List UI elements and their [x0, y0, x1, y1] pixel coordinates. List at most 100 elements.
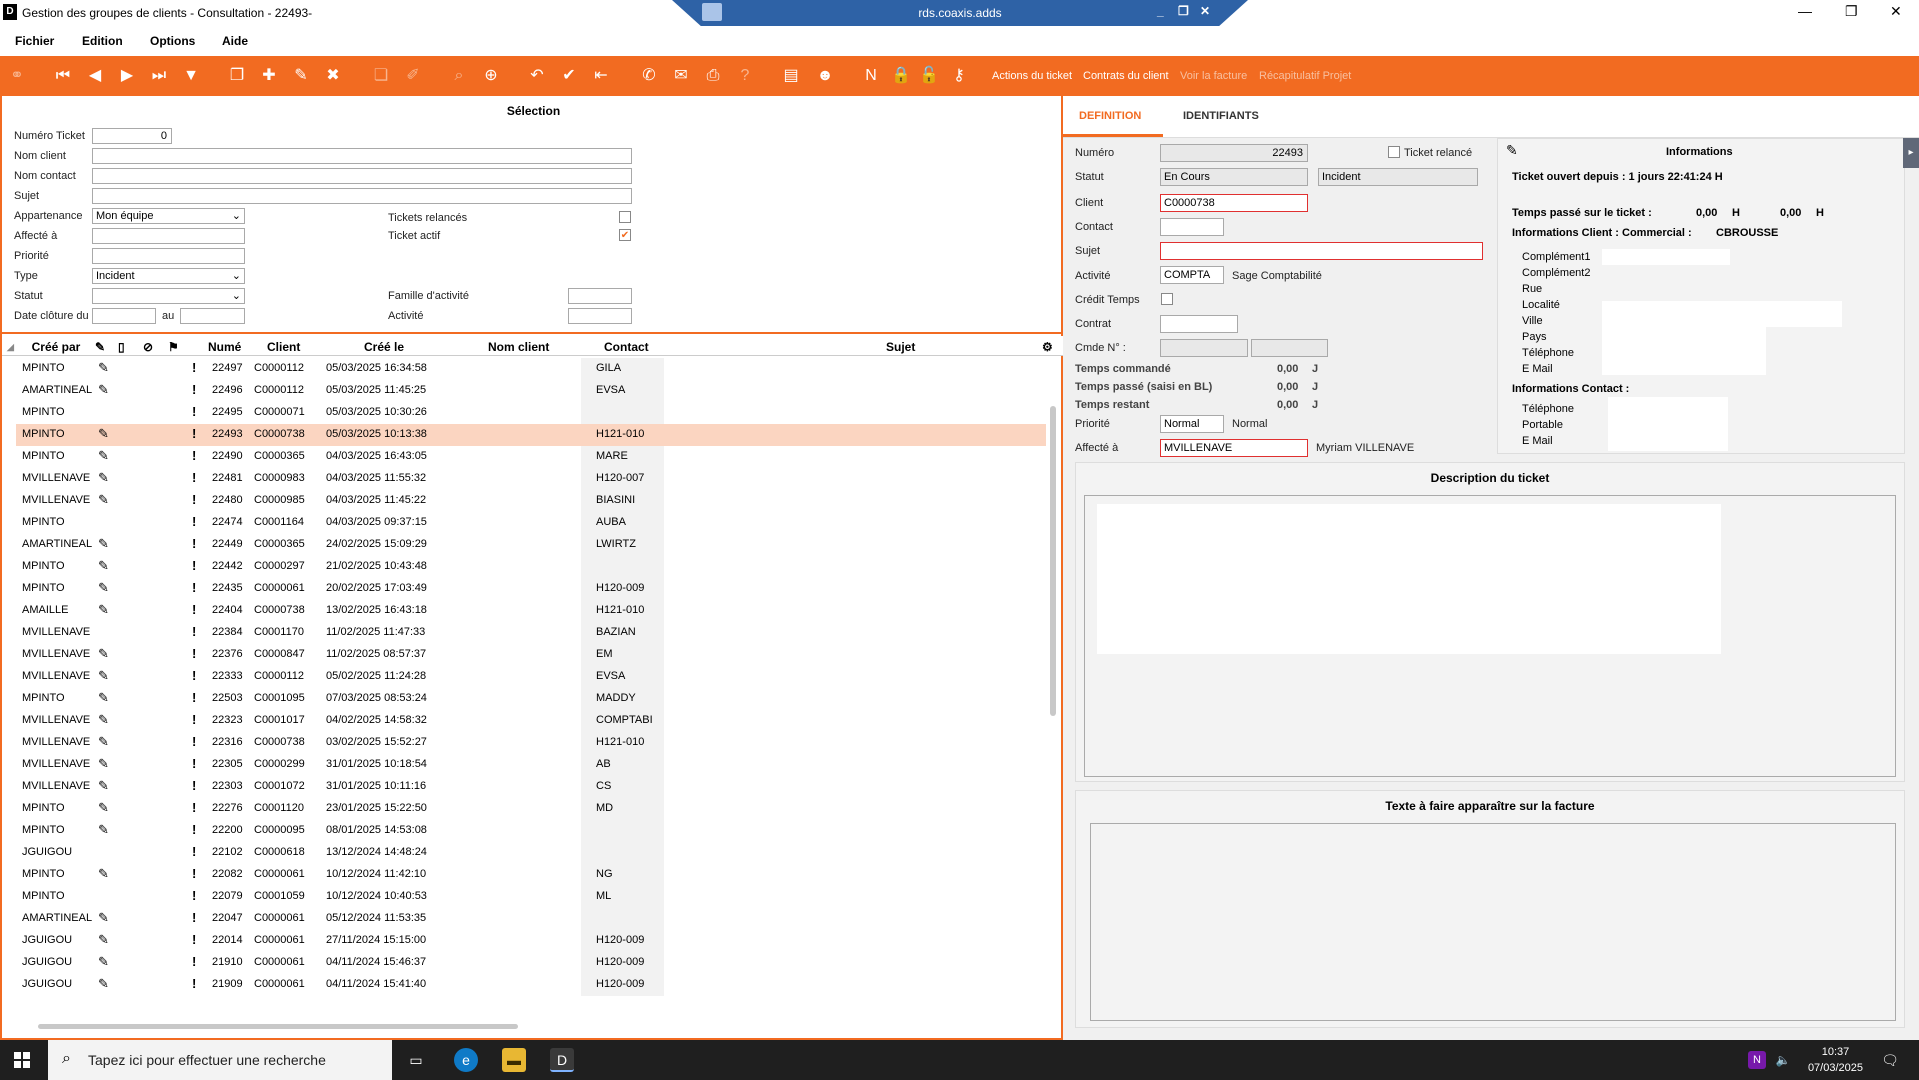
col-sujet[interactable]: Sujet	[886, 340, 915, 354]
table-row[interactable]: JGUIGOU ✎! 22014 C0000061 27/11/2024 15:15:0…	[16, 930, 1046, 952]
add-icon[interactable]: ✚	[258, 66, 280, 86]
notification-icon[interactable]: 🗨	[1878, 1048, 1902, 1072]
date-cloture-from-input[interactable]	[92, 308, 156, 324]
table-row[interactable]: MVILLENAVE ✎! 22480 C0000985 04/03/2025 11:4…	[16, 490, 1046, 512]
table-row[interactable]: MPINTO ✎! 22490 C0000365 04/03/2025 16:43:05…	[16, 446, 1046, 468]
tab-identifiants[interactable]: IDENTIFIANTS	[1183, 110, 1259, 122]
users-icon[interactable]: ☻	[814, 66, 836, 86]
table-row[interactable]: MPINTO ✎! 22497 C0000112 05/03/2025 16:34:58…	[16, 358, 1046, 380]
table-row[interactable]: MPINTO! 22495 C0000071 05/03/2025 10:30:26	[16, 402, 1046, 424]
back-to-start-icon[interactable]: ⇤	[590, 66, 612, 86]
tab-definition[interactable]: DEFINITION	[1079, 110, 1141, 122]
table-row[interactable]: JGUIGOU ✎! 21909 C0000061 04/11/2024 15:41:4…	[16, 974, 1046, 996]
onenote-icon[interactable]: N	[860, 66, 882, 86]
mail-icon[interactable]: ✉	[670, 66, 692, 86]
grid-settings-icon[interactable]: ⚙	[1042, 340, 1053, 354]
next-record-icon[interactable]: ▶	[116, 66, 138, 86]
first-record-icon[interactable]: ⏮	[52, 66, 74, 86]
table-row[interactable]: MPINTO ✎! 22276 C0001120 23/01/2025 15:22:50…	[16, 798, 1046, 820]
key-icon[interactable]: ⚷	[948, 66, 970, 86]
table-row[interactable]: JGUIGOU! 22102 C0000618 13/12/2024 14:48:24	[16, 842, 1046, 864]
contrat-field[interactable]	[1160, 315, 1238, 333]
menu-fichier[interactable]: Fichier	[15, 34, 54, 48]
table-row[interactable]: MVILLENAVE ✎! 22376 C0000847 11/02/2025 08:5…	[16, 644, 1046, 666]
col-cree-le[interactable]: Créé le	[364, 340, 404, 354]
rds-restore-icon[interactable]: ❐	[1178, 4, 1189, 18]
actions-ticket-button[interactable]: Actions du ticket	[992, 70, 1072, 82]
table-row[interactable]: MVILLENAVE ✎! 22323 C0001017 04/02/2025 14:5…	[16, 710, 1046, 732]
menu-aide[interactable]: Aide	[222, 34, 248, 48]
recap-projet-button[interactable]: Récapitulatif Projet	[1259, 70, 1351, 82]
side-expand-tab[interactable]: ▸	[1903, 138, 1919, 168]
info-edit-icon[interactable]: ✎	[1506, 142, 1518, 159]
sort-corner-icon[interactable]: ◢	[7, 342, 14, 353]
col-attachment-icon[interactable]: ⊘	[143, 340, 153, 354]
type-field[interactable]: Incident	[1318, 168, 1478, 186]
previous-record-icon[interactable]: ◀	[84, 66, 106, 86]
numero-ticket-input[interactable]: 0	[92, 128, 172, 144]
col-numero[interactable]: Numé	[208, 340, 241, 354]
menu-options[interactable]: Options	[150, 34, 195, 48]
type-select[interactable]: Incident ⌄	[92, 268, 245, 284]
sujet-field[interactable]	[1160, 242, 1483, 260]
undo-icon[interactable]: ↶	[526, 66, 548, 86]
statut-select[interactable]: ⌄	[92, 288, 245, 304]
lock-icon[interactable]: 🔒	[890, 66, 912, 86]
delete-icon[interactable]: ✖	[322, 66, 344, 86]
table-row[interactable]: MPINTO ✎! 22503 C0001095 07/03/2025 08:53:24…	[16, 688, 1046, 710]
rds-minimize-icon[interactable]: _	[1157, 4, 1164, 18]
windows-start-icon[interactable]	[14, 1052, 30, 1068]
famille-activite-input[interactable]	[568, 288, 632, 304]
file-explorer-icon[interactable]: ▬	[502, 1048, 526, 1072]
table-row[interactable]: JGUIGOU ✎! 21910 C0000061 04/11/2024 15:46:3…	[16, 952, 1046, 974]
volume-icon[interactable]: 🔈	[1774, 1051, 1792, 1069]
table-row[interactable]: MVILLENAVE ✎! 22316 C0000738 03/02/2025 15:5…	[16, 732, 1046, 754]
task-view-icon[interactable]: ▭	[404, 1048, 428, 1072]
table-row[interactable]: MPINTO ✎! 22435 C0000061 20/02/2025 17:03:49…	[16, 578, 1046, 600]
table-row[interactable]: MPINTO ✎! 22082 C0000061 10/12/2024 11:42:10…	[16, 864, 1046, 886]
table-row[interactable]: MPINTO ✎! 22493 C0000738 05/03/2025 10:13:38…	[16, 424, 1046, 446]
app-taskbar-icon[interactable]: D	[550, 1048, 574, 1072]
affecte-field[interactable]: MVILLENAVE	[1160, 439, 1308, 457]
col-cree-par[interactable]: Créé par	[31, 340, 81, 354]
col-contact[interactable]: Contact	[604, 340, 649, 354]
onenote-tray-icon[interactable]: N	[1748, 1051, 1766, 1069]
unlock-icon[interactable]: 🔓	[918, 66, 940, 86]
attach-icon[interactable]: ✐	[402, 66, 424, 86]
voir-facture-button[interactable]: Voir la facture	[1180, 70, 1247, 82]
priorite-input[interactable]	[92, 248, 245, 264]
table-row[interactable]: MPINTO! 22079 C0001059 10/12/2024 10:40:53 M…	[16, 886, 1046, 908]
affecte-input[interactable]	[92, 228, 245, 244]
close-button[interactable]: ✕	[1890, 3, 1902, 20]
table-row[interactable]: MPINTO ✎! 22200 C0000095 08/01/2025 14:53:08	[16, 820, 1046, 842]
document-icon[interactable]: ▤	[780, 66, 802, 86]
filter-icon[interactable]: ▼	[180, 66, 202, 86]
cmde-field-1[interactable]	[1160, 339, 1248, 357]
col-client[interactable]: Client	[267, 340, 300, 354]
link-icon[interactable]: ⚭	[6, 66, 28, 86]
minimize-button[interactable]: —	[1798, 3, 1812, 19]
table-row[interactable]: AMARTINEAL ✎! 22449 C0000365 24/02/2025 15:0…	[16, 534, 1046, 556]
search-icon[interactable]: ⌕	[448, 66, 470, 86]
activite-code-field[interactable]: COMPTA	[1160, 266, 1224, 284]
table-row[interactable]: AMARTINEAL ✎! 22047 C0000061 05/12/2024 11:5…	[16, 908, 1046, 930]
col-nom-client[interactable]: Nom client	[488, 340, 549, 354]
table-row[interactable]: MPINTO ✎! 22442 C0000297 21/02/2025 10:43:48	[16, 556, 1046, 578]
paste-icon[interactable]: ❏	[370, 66, 392, 86]
date-cloture-to-input[interactable]	[180, 308, 245, 324]
menu-edition[interactable]: Edition	[82, 34, 123, 48]
phone-icon[interactable]: ✆	[638, 66, 660, 86]
table-row[interactable]: MVILLENAVE ✎! 22481 C0000983 04/03/2025 11:5…	[16, 468, 1046, 490]
restore-button[interactable]: ❐	[1845, 3, 1858, 20]
print-icon[interactable]: ⎙	[702, 66, 724, 86]
vertical-scrollbar[interactable]	[1048, 356, 1058, 1006]
nom-client-input[interactable]	[92, 148, 632, 164]
col-clipboard-icon[interactable]: ▯	[118, 340, 125, 354]
statut-field[interactable]: En Cours	[1160, 168, 1308, 186]
nom-contact-input[interactable]	[92, 168, 632, 184]
horizontal-scrollbar[interactable]	[38, 1024, 518, 1029]
col-edit-icon[interactable]: ✎	[95, 340, 105, 354]
edit-icon[interactable]: ✎	[290, 66, 312, 86]
ticket-relance-checkbox[interactable]	[1388, 146, 1400, 158]
table-row[interactable]: MVILLENAVE ✎! 22305 C0000299 31/01/2025 10:1…	[16, 754, 1046, 776]
